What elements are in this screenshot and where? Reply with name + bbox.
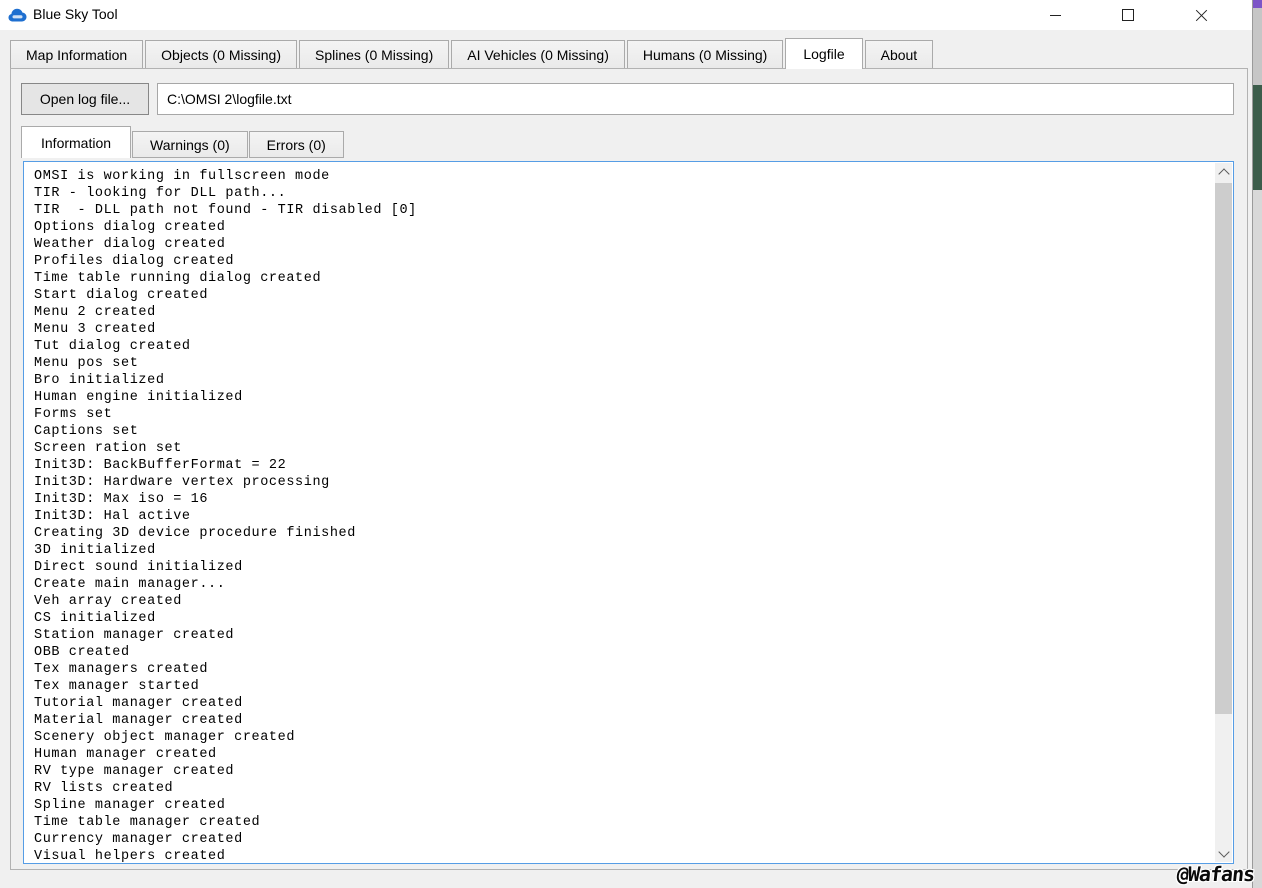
close-icon — [1195, 9, 1208, 22]
tab-about[interactable]: About — [865, 40, 934, 68]
open-log-file-button[interactable]: Open log file... — [21, 83, 149, 115]
window-title: Blue Sky Tool — [33, 6, 118, 22]
chevron-down-icon — [1218, 846, 1229, 857]
tab-humans[interactable]: Humans (0 Missing) — [627, 40, 783, 68]
log-text: OMSI is working in fullscreen mode TIR -… — [24, 162, 1215, 863]
desktop-edge-gray — [1253, 8, 1262, 85]
main-tab-strip: Map Information Objects (0 Missing) Spli… — [10, 37, 933, 68]
subtab-errors[interactable]: Errors (0) — [249, 131, 344, 158]
subtab-warnings[interactable]: Warnings (0) — [132, 131, 248, 158]
desktop-edge-green — [1253, 85, 1262, 190]
logfile-tab-page: Open log file... Information Warnings (0… — [10, 68, 1248, 870]
log-memo[interactable]: OMSI is working in fullscreen mode TIR -… — [23, 161, 1234, 864]
chevron-up-icon — [1218, 168, 1229, 179]
tab-objects[interactable]: Objects (0 Missing) — [145, 40, 297, 68]
watermark: @Wafans — [1175, 862, 1255, 886]
logfile-path-input[interactable] — [157, 83, 1234, 115]
log-sub-tab-strip: Information Warnings (0) Errors (0) — [21, 126, 344, 158]
titlebar: Blue Sky Tool — [0, 0, 1252, 30]
desktop-edge-strip — [1252, 0, 1262, 888]
minimize-button[interactable] — [1032, 0, 1078, 30]
tab-logfile[interactable]: Logfile — [785, 38, 862, 69]
tab-map-information[interactable]: Map Information — [10, 40, 143, 68]
tab-ai-vehicles[interactable]: AI Vehicles (0 Missing) — [451, 40, 625, 68]
scrollbar-thumb[interactable] — [1215, 183, 1232, 714]
desktop-edge-purple — [1253, 0, 1262, 8]
tab-splines[interactable]: Splines (0 Missing) — [299, 40, 449, 68]
maximize-icon — [1122, 9, 1134, 21]
scroll-down-button[interactable] — [1215, 845, 1232, 862]
close-button[interactable] — [1178, 0, 1224, 30]
subtab-information[interactable]: Information — [21, 126, 131, 158]
maximize-button[interactable] — [1105, 0, 1151, 30]
scroll-up-button[interactable] — [1215, 163, 1232, 180]
vertical-scrollbar[interactable] — [1215, 163, 1232, 862]
cloud-app-icon — [8, 8, 27, 22]
minimize-icon — [1050, 15, 1061, 16]
